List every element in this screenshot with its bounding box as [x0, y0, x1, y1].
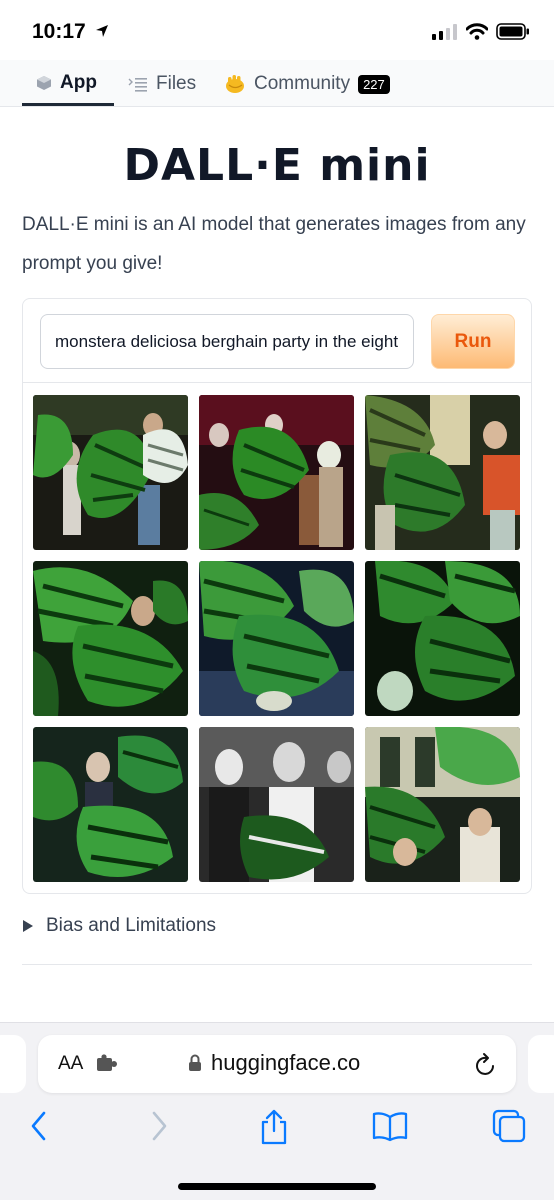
status-time: 10:17: [32, 20, 110, 44]
tab-app-label: App: [60, 71, 97, 93]
generated-image-6[interactable]: [365, 561, 520, 716]
generated-image-8[interactable]: [199, 727, 354, 882]
bookmarks-icon[interactable]: [372, 1109, 408, 1143]
home-indicator: [178, 1183, 376, 1190]
lock-icon: [189, 1054, 201, 1071]
address-bar[interactable]: AA huggingface.co: [38, 1035, 516, 1093]
tab-app[interactable]: App: [22, 62, 114, 106]
tabs-icon[interactable]: [492, 1109, 526, 1143]
disclosure-triangle-icon: [23, 920, 33, 932]
hand-icon: [226, 75, 244, 93]
browser-chrome: AA huggingface.co: [0, 1022, 554, 1200]
tab-community[interactable]: Community 227: [224, 62, 390, 106]
tab-community-label: Community: [254, 73, 351, 94]
signal-icon: [432, 23, 457, 40]
generated-image-1[interactable]: [33, 395, 188, 550]
space-tabs: App Files Community 227: [0, 60, 554, 107]
generated-image-5[interactable]: [199, 561, 354, 716]
browser-toolbar: [0, 1105, 554, 1155]
generated-image-9[interactable]: [365, 727, 520, 882]
url-text: huggingface.co: [211, 1050, 361, 1075]
reader-options-button[interactable]: AA: [58, 1053, 83, 1075]
generated-image-4[interactable]: [33, 561, 188, 716]
forward-icon[interactable]: [148, 1109, 170, 1143]
extension-icon[interactable]: [96, 1054, 118, 1074]
generator-panel: Run: [22, 298, 532, 894]
location-icon: [95, 25, 108, 37]
files-icon: [128, 78, 147, 92]
prompt-row: Run: [23, 299, 531, 383]
back-icon[interactable]: [28, 1109, 50, 1143]
community-count-badge: 227: [358, 74, 390, 94]
cube-icon: [37, 75, 51, 90]
prompt-input[interactable]: [40, 314, 414, 369]
status-bar: 10:17: [0, 0, 554, 64]
page-title: DALL·E mini: [123, 140, 431, 191]
wifi-icon: [466, 23, 488, 40]
battery-icon: [496, 23, 529, 40]
tab-files-label: Files: [156, 73, 197, 94]
bias-limitations-toggle[interactable]: Bias and Limitations: [22, 915, 216, 937]
bias-limitations-label: Bias and Limitations: [46, 915, 217, 936]
previous-tab-card[interactable]: [0, 1035, 26, 1093]
divider: [22, 964, 532, 965]
generated-image-3[interactable]: [365, 395, 520, 550]
tab-files[interactable]: Files: [128, 62, 196, 106]
url-display[interactable]: huggingface.co: [188, 1050, 360, 1076]
share-icon[interactable]: [258, 1109, 290, 1145]
reload-icon[interactable]: [474, 1051, 498, 1077]
results-gallery: [33, 395, 521, 882]
next-tab-card[interactable]: [528, 1035, 554, 1093]
generated-image-2[interactable]: [199, 395, 354, 550]
app-description: DALL·E mini is an AI model that generate…: [22, 214, 526, 274]
run-button[interactable]: Run: [431, 314, 515, 369]
status-icons: [432, 23, 530, 40]
generated-image-7[interactable]: [33, 727, 188, 882]
